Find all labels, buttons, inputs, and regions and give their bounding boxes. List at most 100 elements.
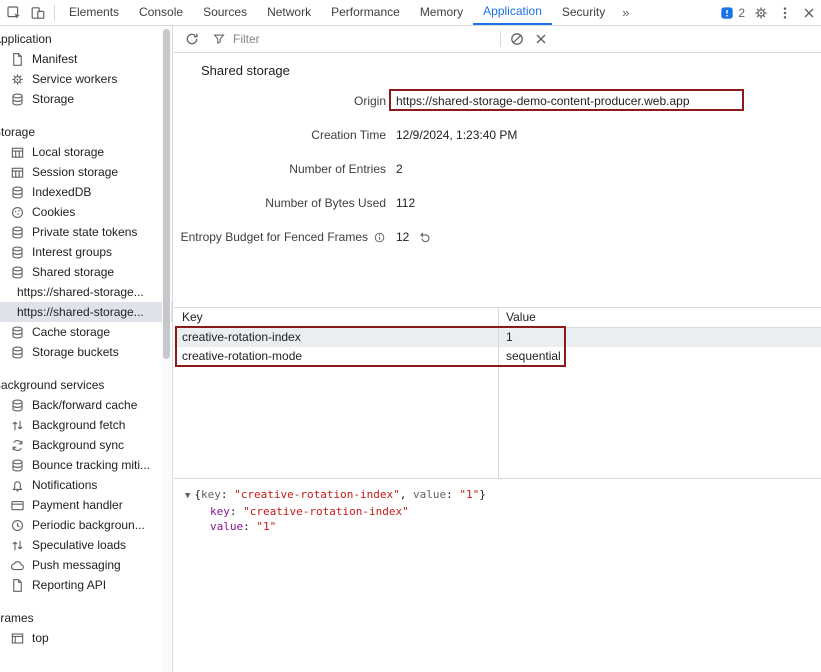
sidebar-item-back-forward-cache[interactable]: Back/forward cache xyxy=(0,395,172,415)
sidebar-item-label: Interest groups xyxy=(32,245,112,259)
shared-storage-icon xyxy=(10,265,25,280)
settings-gear-icon[interactable] xyxy=(749,1,773,25)
bounce-tracking-icon xyxy=(10,458,25,473)
kebab-menu-icon[interactable] xyxy=(773,1,797,25)
sidebar-item-label: Storage xyxy=(32,92,74,106)
sidebar-item-label: Back/forward cache xyxy=(32,398,137,412)
cell-value: sequential xyxy=(498,347,821,366)
tab-sources[interactable]: Sources xyxy=(193,0,257,25)
tab-performance[interactable]: Performance xyxy=(321,0,410,25)
sidebar-scrollbar[interactable] xyxy=(162,27,171,672)
filter-placeholder: Filter xyxy=(233,32,260,46)
push-messaging-icon xyxy=(10,558,25,573)
sidebar-item-storage-buckets[interactable]: Storage buckets xyxy=(0,342,172,362)
sidebar-item-label: IndexedDB xyxy=(32,185,91,199)
shared-storage-toolbar: Filter xyxy=(174,26,821,53)
info-icon[interactable] xyxy=(373,231,386,244)
sidebar-item-label: Private state tokens xyxy=(32,225,137,239)
filter-input[interactable]: Filter xyxy=(212,32,496,46)
clear-all-icon[interactable] xyxy=(505,27,529,51)
preview-property-line: value: "1" xyxy=(174,519,821,534)
issues-icon xyxy=(720,6,734,20)
sidebar-item-shared-storage-origin-2[interactable]: https://shared-storage... xyxy=(0,302,172,322)
sidebar-item-bounce-tracking[interactable]: Bounce tracking miti... xyxy=(0,455,172,475)
field-label: Creation Time xyxy=(174,128,386,142)
sidebar-item-speculative-loads[interactable]: Speculative loads xyxy=(0,535,172,555)
sidebar-item-label: Bounce tracking miti... xyxy=(32,458,150,472)
sidebar-item-service-workers[interactable]: Service workers xyxy=(0,69,172,89)
cache-storage-icon xyxy=(10,325,25,340)
column-header-key[interactable]: Key xyxy=(174,308,498,327)
sidebar-item-cache-storage[interactable]: Cache storage xyxy=(0,322,172,342)
sidebar-item-notifications[interactable]: Notifications xyxy=(0,475,172,495)
creation-time-value: 12/9/2024, 1:23:40 PM xyxy=(396,128,517,142)
section-title-storage: Storage xyxy=(0,122,172,142)
reporting-api-icon xyxy=(10,578,25,593)
speculative-loads-icon xyxy=(10,538,25,553)
sidebar-section-background-services: Background services Back/forward cache B… xyxy=(0,375,172,595)
tab-application[interactable]: Application xyxy=(473,0,552,25)
field-label: Number of Bytes Used xyxy=(174,196,386,210)
field-label: Entropy Budget for Fenced Frames xyxy=(174,230,386,244)
section-title-frames: Frames xyxy=(0,608,172,628)
notifications-icon xyxy=(10,478,25,493)
column-resize-handle[interactable] xyxy=(498,308,499,478)
service-workers-icon xyxy=(10,72,25,87)
sidebar-item-label: Manifest xyxy=(32,52,77,66)
sidebar-item-manifest[interactable]: Manifest xyxy=(0,49,172,69)
manifest-icon xyxy=(10,52,25,67)
sidebar-item-payment-handler[interactable]: Payment handler xyxy=(0,495,172,515)
issues-count: 2 xyxy=(738,6,745,20)
sidebar-item-private-state-tokens[interactable]: Private state tokens xyxy=(0,222,172,242)
sidebar-item-label: Push messaging xyxy=(32,558,121,572)
shared-storage-panel: Filter Shared storage Origin https://sha… xyxy=(174,26,821,672)
sidebar-item-local-storage[interactable]: Local storage xyxy=(0,142,172,162)
metadata-fields: Origin https://shared-storage-demo-conte… xyxy=(174,84,821,254)
sidebar-item-storage[interactable]: Storage xyxy=(0,89,172,109)
device-toolbar-icon[interactable] xyxy=(26,1,50,25)
close-devtools-icon[interactable] xyxy=(797,1,821,25)
more-tabs-icon[interactable]: » xyxy=(615,5,636,20)
sidebar-scrollbar-thumb[interactable] xyxy=(163,29,170,359)
cell-key: creative-rotation-mode xyxy=(174,347,498,366)
sidebar-item-indexeddb[interactable]: IndexedDB xyxy=(0,182,172,202)
tab-elements[interactable]: Elements xyxy=(59,0,129,25)
sidebar-item-shared-storage-origin-1[interactable]: https://shared-storage... xyxy=(0,282,172,302)
entropy-budget-value: 12 xyxy=(396,230,432,244)
sidebar-item-periodic-background-sync[interactable]: Periodic backgroun... xyxy=(0,515,172,535)
storage-buckets-icon xyxy=(10,345,25,360)
tab-security[interactable]: Security xyxy=(552,0,615,25)
tab-console[interactable]: Console xyxy=(129,0,193,25)
expand-triangle-icon[interactable]: ▼ xyxy=(185,491,190,501)
sidebar-item-push-messaging[interactable]: Push messaging xyxy=(0,555,172,575)
toolbar-divider xyxy=(54,5,55,21)
sidebar-item-shared-storage[interactable]: Shared storage xyxy=(0,262,172,282)
reset-budget-icon[interactable] xyxy=(418,230,432,244)
payment-handler-icon xyxy=(10,498,25,513)
background-fetch-icon xyxy=(10,418,25,433)
back-forward-cache-icon xyxy=(10,398,25,413)
issues-badge[interactable]: 2 xyxy=(720,6,745,20)
refresh-icon[interactable] xyxy=(180,27,204,51)
sidebar-item-label: Reporting API xyxy=(32,578,106,592)
sidebar-item-label: Payment handler xyxy=(32,498,123,512)
column-header-value[interactable]: Value xyxy=(498,308,821,327)
sidebar-item-session-storage[interactable]: Session storage xyxy=(0,162,172,182)
tab-memory[interactable]: Memory xyxy=(410,0,473,25)
sidebar-item-interest-groups[interactable]: Interest groups xyxy=(0,242,172,262)
field-origin: Origin https://shared-storage-demo-conte… xyxy=(174,84,821,118)
indexeddb-icon xyxy=(10,185,25,200)
sidebar-item-background-fetch[interactable]: Background fetch xyxy=(0,415,172,435)
shared-storage-table: Key Value creative-rotation-index 1 crea… xyxy=(174,307,821,479)
sidebar-item-background-sync[interactable]: Background sync xyxy=(0,435,172,455)
sidebar-item-label: Periodic backgroun... xyxy=(32,518,145,532)
sidebar-item-top-frame[interactable]: top xyxy=(0,628,172,648)
delete-icon[interactable] xyxy=(529,27,553,51)
local-storage-icon xyxy=(10,145,25,160)
sidebar-item-cookies[interactable]: Cookies xyxy=(0,202,172,222)
tab-network[interactable]: Network xyxy=(257,0,321,25)
sidebar-item-reporting-api[interactable]: Reporting API xyxy=(0,575,172,595)
sidebar-item-label: top xyxy=(32,631,49,645)
inspect-icon[interactable] xyxy=(2,1,26,25)
sidebar-section-frames: Frames top xyxy=(0,608,172,648)
